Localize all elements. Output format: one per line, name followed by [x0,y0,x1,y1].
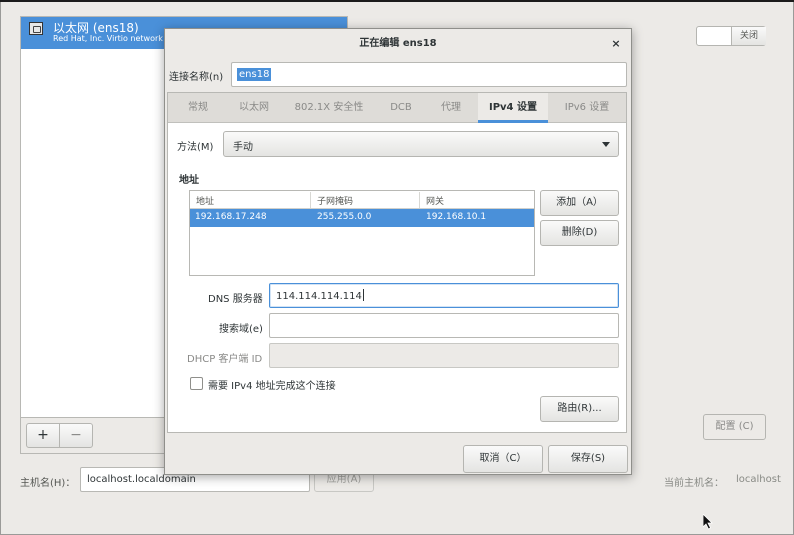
dns-value: 114.114.114.114 [276,289,364,302]
search-domain-input[interactable] [269,313,619,338]
cell-netmask: 255.255.0.0 [317,212,372,222]
search-domain-label: 搜索域(e) [219,324,263,335]
tab-ipv4-settings[interactable]: IPv4 设置 [478,93,548,123]
column-header-netmask[interactable]: 子网掩码 [317,194,353,207]
column-header-address[interactable]: 地址 [196,194,214,207]
save-button[interactable]: 保存(S) [548,445,628,473]
configure-button[interactable]: 配置 (C) [703,414,766,440]
method-select[interactable]: 手动 [223,131,619,157]
hostname-label: 主机名(H)： [20,478,76,489]
add-connection-button[interactable]: + [26,423,60,448]
tab-ethernet[interactable]: 以太网 [228,93,280,123]
address-table-header: 地址 子网掩码 网关 [190,191,534,209]
settings-notebook: 常规 以太网 802.1X 安全性 DCB 代理 IPv4 设置 IPv6 设置… [167,92,627,433]
tab-bar: 常规 以太网 802.1X 安全性 DCB 代理 IPv4 设置 IPv6 设置 [168,93,626,123]
connection-toggle[interactable]: 关闭 [696,26,766,46]
require-ipv4-label[interactable]: 需要 IPv4 地址完成这个连接 [208,377,336,392]
dhcp-client-id-label: DHCP 客户端 ID [187,354,263,365]
text-cursor [362,289,364,301]
tab-dcb[interactable]: DCB [378,93,424,123]
cell-gateway: 192.168.10.1 [426,212,487,222]
connection-description: Red Hat, Inc. Virtio network d [53,34,171,43]
address-table[interactable]: 地址 子网掩码 网关 192.168.17.248 255.255.0.0 19… [189,190,535,276]
routes-button[interactable]: 路由(R)... [540,396,619,422]
tab-8021x-security[interactable]: 802.1X 安全性 [280,93,378,123]
method-value: 手动 [233,142,253,153]
delete-address-button[interactable]: 删除(D) [540,220,619,246]
require-ipv4-checkbox[interactable] [190,377,203,390]
current-hostname-label: 当前主机名： [664,478,724,489]
dialog-title: 正在编辑 ens18 [359,38,437,49]
tab-ipv6-settings[interactable]: IPv6 设置 [548,93,626,123]
address-heading: 地址 [179,175,199,186]
close-icon[interactable]: × [609,37,623,51]
connection-name-label: 连接名称(n) [169,72,224,83]
connection-name-input[interactable]: ens18 [231,62,627,87]
tab-proxy[interactable]: 代理 [424,93,478,123]
mouse-pointer-icon [703,514,713,530]
current-hostname-value: localhost [736,474,781,485]
dhcp-client-id-input [269,343,619,368]
connection-name-value: ens18 [237,68,272,81]
dns-input[interactable]: 114.114.114.114 [269,283,619,308]
table-row[interactable]: 192.168.17.248 255.255.0.0 192.168.10.1 [190,209,534,227]
column-header-gateway[interactable]: 网关 [426,194,444,207]
dns-label: DNS 服务器 [208,294,263,305]
edit-connection-dialog: 正在编辑 ens18 × 连接名称(n) ens18 常规 以太网 802.1X… [164,28,632,475]
toggle-off-label: 关闭 [731,27,766,45]
chevron-down-icon [602,142,610,147]
cell-address: 192.168.17.248 [195,212,267,222]
cancel-button[interactable]: 取消（C） [463,445,543,473]
tab-general[interactable]: 常规 [168,93,228,123]
column-divider [419,192,420,208]
add-address-button[interactable]: 添加（A） [540,190,619,216]
remove-connection-button[interactable]: − [59,423,93,448]
network-card-icon [29,22,43,35]
column-divider [310,192,311,208]
method-label: 方法(M) [177,142,214,153]
